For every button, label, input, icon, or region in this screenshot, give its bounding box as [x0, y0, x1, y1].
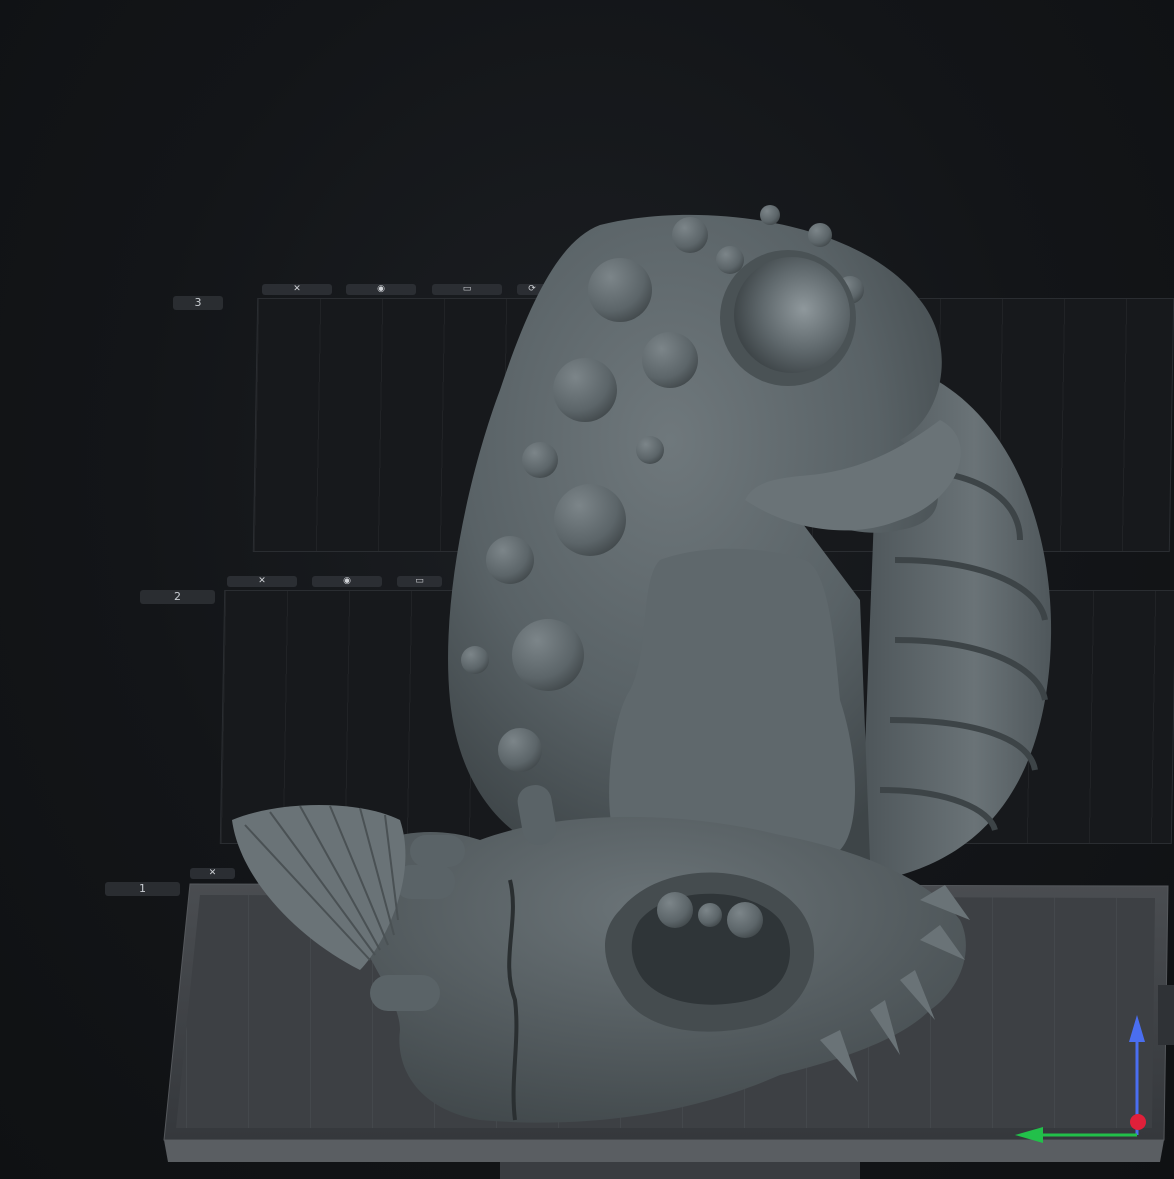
- y-axis-arrow-icon: [1015, 1127, 1043, 1143]
- scene-svg: [163, 205, 1174, 1179]
- axis-gizmo[interactable]: [1005, 1010, 1155, 1150]
- x-axis-marker-icon: [1130, 1114, 1146, 1130]
- eye: [734, 257, 850, 373]
- 3d-viewport[interactable]: 3 ✕ ◉ ▭ ⟳ 2 ✕ ◉ ▭ 1 ✕: [0, 0, 1174, 1179]
- z-axis-arrow-icon: [1129, 1015, 1145, 1042]
